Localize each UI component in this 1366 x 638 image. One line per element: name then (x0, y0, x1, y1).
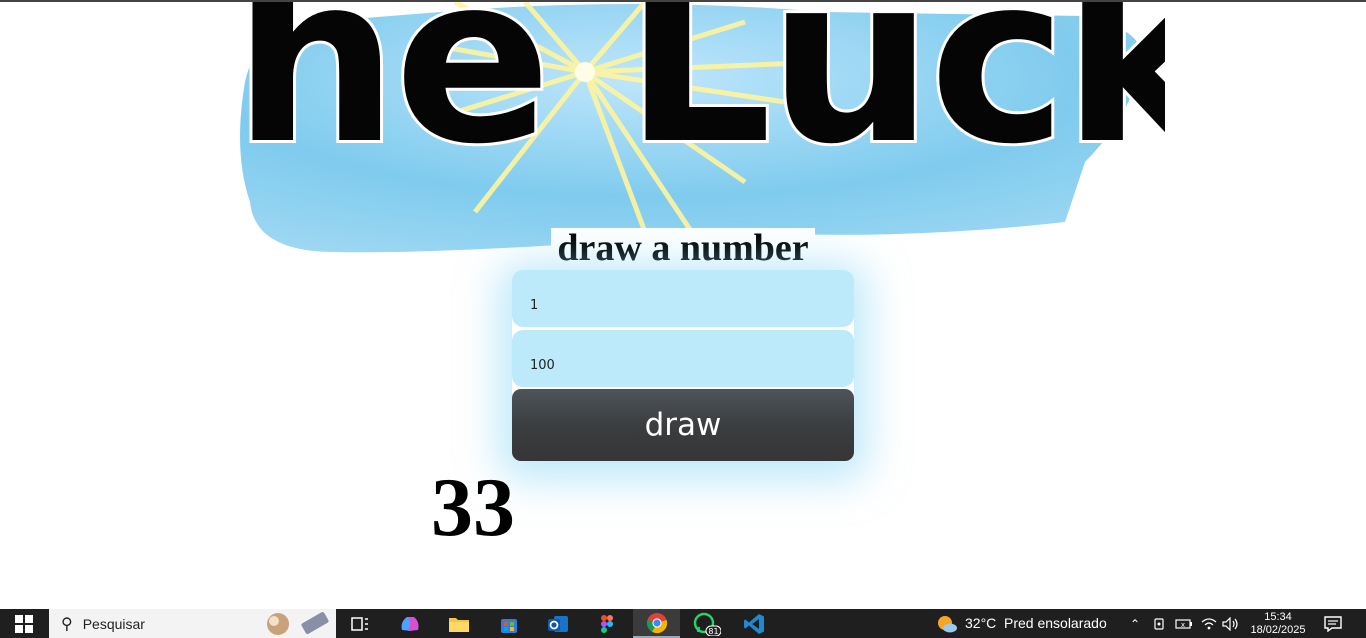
chrome-button[interactable] (633, 609, 680, 638)
whatsapp-icon: 81 (693, 612, 721, 636)
volume-icon[interactable] (1221, 609, 1241, 638)
store-icon (501, 618, 517, 633)
folder-icon (449, 617, 469, 632)
notification-icon (1324, 615, 1342, 632)
copilot-icon (401, 616, 419, 631)
search-highlight-icon (267, 612, 329, 635)
outlook-button[interactable] (535, 609, 581, 638)
file-explorer-button[interactable] (436, 609, 482, 638)
weather-description[interactable]: Pred ensolarado (1004, 609, 1107, 638)
weather-temperature[interactable]: 32°C (965, 609, 996, 638)
search-placeholder: Pesquisar (82, 615, 145, 632)
the-luck-logo-banner: he Luck (225, 2, 1165, 264)
task-view-icon (351, 616, 368, 631)
start-button[interactable] (0, 609, 48, 638)
vscode-icon (744, 613, 764, 634)
windows-logo-icon (15, 614, 33, 633)
draw-button[interactable]: draw (512, 389, 854, 461)
system-clock[interactable]: 15:34 18/02/2025 (1244, 611, 1312, 637)
wifi-icon[interactable] (1199, 609, 1219, 638)
drawn-number-result: 33 (431, 461, 515, 554)
chrome-icon (646, 612, 667, 633)
partly-sunny-icon (938, 615, 957, 632)
copilot-button[interactable] (387, 609, 433, 638)
windows-taskbar: ⚲ Pesquisar 81 32°C Pred ensolarado ⌃ x … (0, 609, 1366, 638)
outlook-icon (548, 615, 568, 632)
whatsapp-badge: 81 (708, 627, 718, 636)
notifications-button[interactable] (1318, 609, 1348, 638)
microsoft-store-button[interactable] (486, 609, 532, 638)
svg-text:x: x (1181, 621, 1185, 629)
chevron-up-icon: ⌃ (1129, 616, 1141, 631)
logo-text: he Luck (230, 2, 1165, 195)
show-hidden-icons-button[interactable]: ⌃ (1125, 609, 1145, 638)
page-heading: draw a number (551, 228, 815, 268)
clock-date: 18/02/2025 (1250, 624, 1306, 636)
whatsapp-button[interactable]: 81 (684, 609, 730, 638)
figma-button[interactable] (584, 609, 630, 638)
vscode-button[interactable] (731, 609, 777, 638)
task-view-button[interactable] (337, 609, 383, 638)
taskbar-search-box[interactable]: ⚲ Pesquisar (49, 609, 336, 638)
min-number-input[interactable] (512, 270, 854, 327)
weather-widget[interactable] (934, 609, 960, 638)
clock-time: 15:34 (1264, 611, 1292, 623)
battery-icon[interactable]: x (1173, 609, 1195, 638)
figma-icon (601, 614, 613, 633)
max-number-input[interactable] (512, 330, 854, 387)
search-icon: ⚲ (61, 615, 73, 633)
meet-now-icon[interactable] (1150, 609, 1170, 638)
